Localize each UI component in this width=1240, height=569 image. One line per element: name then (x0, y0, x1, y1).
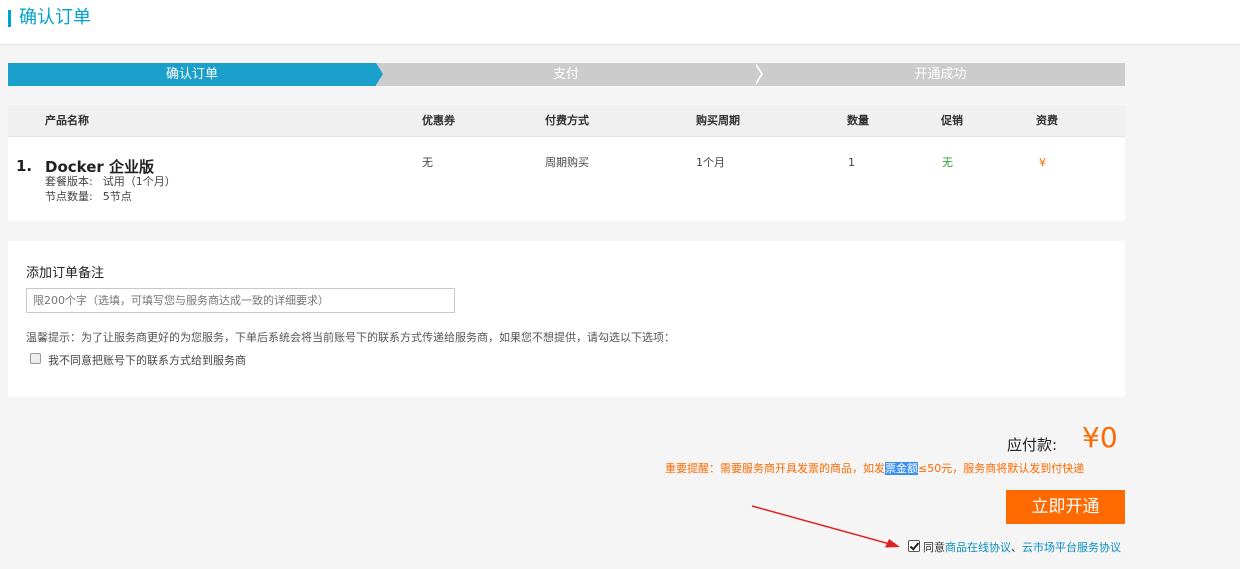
cell-coupon: 无 (422, 156, 433, 169)
spec-value: 5节点 (102, 190, 132, 203)
step-arrow (376, 63, 383, 85)
cell-quantity: 1 (848, 156, 855, 169)
page-header: 确认订单 (0, 0, 1240, 45)
payable-amount: ¥0 (1082, 421, 1118, 454)
notice-text: 重要提醒：需要服务商开具发票的商品，如发 (665, 462, 885, 475)
product-name: Docker 企业版 (45, 158, 155, 176)
step-confirm-order: 确认订单 (8, 63, 376, 86)
column-header-payment: 付费方式 (545, 114, 589, 127)
spec-label: 节点数量: (45, 190, 93, 203)
remark-input[interactable] (26, 288, 455, 313)
contact-optout-checkbox[interactable] (30, 353, 41, 364)
row-index: 1. (16, 157, 33, 175)
column-header-coupon: 优惠券 (422, 114, 455, 127)
order-table: 产品名称 优惠券 付费方式 购买周期 数量 促销 资费 1. Docker 企业… (8, 105, 1125, 221)
spec-label: 套餐版本: (45, 175, 93, 188)
spec-value: 试用（1个月） (102, 175, 176, 188)
agreement-separator: 、 (1011, 541, 1022, 554)
agreement-checkbox[interactable] (908, 540, 920, 552)
cell-period: 1个月 (696, 156, 725, 169)
step-activated: 开通成功 (756, 63, 1125, 86)
invoice-notice: 重要提醒：需要服务商开具发票的商品，如发票金额≤50元，服务商将默认发到付快递 (665, 460, 1084, 476)
cell-promotion: 无 (942, 156, 953, 169)
agreement-text: 同意商品在线协议、云市场平台服务协议 (923, 539, 1121, 555)
column-header-fee: 资费 (1036, 114, 1058, 127)
column-header-period: 购买周期 (696, 114, 740, 127)
step-payment: 支付 (376, 63, 756, 86)
table-header: 产品名称 优惠券 付费方式 购买周期 数量 促销 资费 (8, 105, 1125, 137)
column-header-promotion: 促销 (941, 114, 963, 127)
cell-fee: ¥ (1039, 156, 1046, 169)
agreement-prefix: 同意 (923, 541, 945, 554)
cell-payment: 周期购买 (545, 156, 589, 169)
product-agreement-link[interactable]: 商品在线协议 (945, 541, 1011, 554)
column-header-quantity: 数量 (847, 114, 869, 127)
remark-tip: 温馨提示：为了让服务商更好的为您服务，下单后系统会将当前账号下的联系方式传递给服… (26, 331, 675, 344)
spec-version: 套餐版本: 试用（1个月） (45, 175, 176, 189)
remark-section: 添加订单备注 温馨提示：为了让服务商更好的为您服务，下单后系统会将当前账号下的联… (8, 241, 1125, 397)
notice-text: ≤50元，服务商将默认发到付快递 (918, 462, 1085, 475)
column-header-product: 产品名称 (45, 114, 89, 127)
platform-agreement-link[interactable]: 云市场平台服务协议 (1022, 541, 1121, 554)
activate-now-button[interactable]: 立即开通 (1006, 490, 1125, 524)
step-arrow (754, 63, 761, 85)
spec-nodes: 节点数量: 5节点 (45, 190, 132, 204)
contact-optout-label[interactable]: 我不同意把账号下的联系方式给到服务商 (48, 352, 246, 368)
title-accent-bar (8, 10, 11, 27)
payable-label: 应付款: (1007, 436, 1058, 454)
remark-title: 添加订单备注 (26, 266, 105, 281)
notice-highlight: 票金额 (885, 462, 918, 475)
annotation-arrow-icon (751, 505, 900, 548)
progress-steps: 确认订单 支付 开通成功 (8, 63, 1125, 86)
page-title: 确认订单 (19, 7, 91, 28)
